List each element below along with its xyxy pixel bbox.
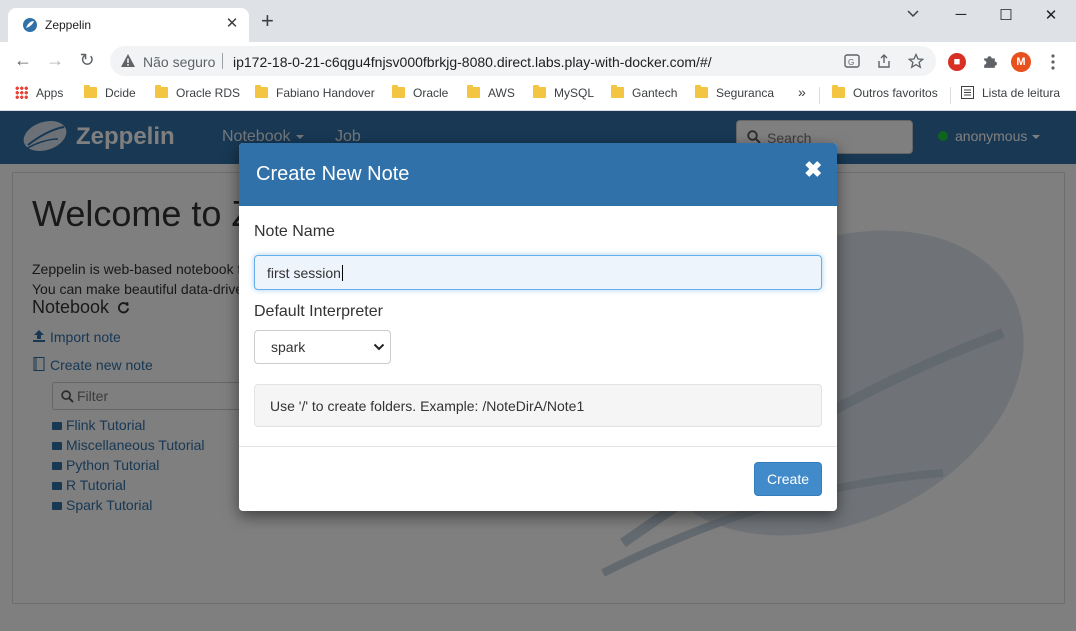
interpreter-selected-value: spark [271, 339, 306, 355]
bookmark-label: AWS [488, 86, 515, 100]
warning-icon[interactable] [120, 53, 136, 69]
address-bar[interactable]: Não seguro ip172-18-0-21-c6qgu4fnjsv000f… [110, 46, 936, 76]
bookmarks-divider [950, 87, 951, 104]
new-tab-button[interactable]: + [261, 10, 274, 32]
minimize-button[interactable]: ─ [951, 6, 971, 23]
extensions-puzzle-icon[interactable] [981, 53, 998, 70]
bookmark-gantech[interactable]: Gantech [611, 85, 678, 100]
tab-search-chevron-icon[interactable] [907, 10, 919, 18]
bookmark-apps[interactable]: Apps [15, 86, 63, 100]
bookmark-label: Seguranca [716, 86, 775, 100]
bookmark-aws[interactable]: AWS [467, 85, 515, 100]
back-icon[interactable]: ← [12, 50, 34, 70]
reload-icon[interactable]: ↻ [76, 50, 98, 70]
browser-toolbar: ← → ↻ Não seguro ip172-18-0-21-c6qgu4fnj… [0, 42, 1076, 80]
apps-grid-icon [15, 86, 28, 99]
folder-icon [832, 85, 845, 98]
folder-hint-box: Use '/' to create folders. Example: /Not… [254, 384, 822, 427]
close-window-button[interactable]: ✕ [1041, 6, 1061, 24]
folder-icon [533, 85, 546, 98]
note-name-value: first session [267, 265, 343, 281]
folder-icon [467, 85, 480, 98]
bookmark-label: Oracle RDS [176, 86, 241, 100]
bookmark-oracle[interactable]: Oracle [392, 85, 449, 100]
note-name-text: first session [267, 265, 341, 281]
other-favorites[interactable]: Outros favoritos [832, 85, 938, 100]
bookmark-label: Fabiano Handover [276, 86, 375, 100]
browser-tabstrip: Zeppelin ✕ + ─ ☐ ✕ [0, 0, 1076, 42]
browser-tab[interactable]: Zeppelin ✕ [8, 8, 249, 42]
note-name-input[interactable]: first session [254, 255, 822, 290]
bookmark-star-icon[interactable] [908, 53, 924, 69]
bookmarks-overflow-button[interactable]: » [798, 84, 806, 100]
not-secure-label[interactable]: Não seguro [143, 54, 215, 70]
interpreter-select[interactable]: spark [254, 330, 391, 364]
reading-list-icon [961, 86, 974, 99]
url-separator [222, 53, 223, 69]
bookmark-seguranca[interactable]: Seguranca [695, 85, 775, 100]
folder-icon [695, 85, 708, 98]
modal-footer-divider [239, 446, 837, 447]
forward-icon[interactable]: → [44, 50, 66, 70]
bookmarks-bar: Apps Dcide Oracle RDS Fabiano Handover O… [0, 80, 1076, 111]
adblock-extension-icon[interactable]: ■ [948, 53, 966, 71]
create-button[interactable]: Create [754, 462, 822, 496]
bookmark-label: Outros favoritos [853, 86, 938, 100]
tab-close-icon[interactable]: ✕ [223, 14, 241, 32]
bookmark-label: Dcide [105, 86, 136, 100]
profile-avatar[interactable]: M [1011, 52, 1031, 72]
share-icon[interactable] [876, 53, 892, 69]
reading-list[interactable]: Lista de leitura [961, 86, 1060, 100]
folder-icon [392, 85, 405, 98]
default-interpreter-label: Default Interpreter [254, 303, 383, 320]
url-text[interactable]: ip172-18-0-21-c6qgu4fnjsv000fbrkjg-8080.… [233, 54, 712, 70]
folder-icon [155, 85, 168, 98]
note-name-label: Note Name [254, 223, 335, 240]
close-icon[interactable]: ✖ [804, 159, 822, 181]
maximize-button[interactable]: ☐ [996, 6, 1016, 24]
bookmark-label: Oracle [413, 86, 449, 100]
bookmark-label: MySQL [554, 86, 595, 100]
text-cursor [341, 265, 343, 281]
chrome-menu-icon[interactable] [1047, 54, 1059, 70]
folder-icon [84, 85, 97, 98]
bookmark-label: Apps [36, 86, 64, 100]
modal-header: Create New Note ✖ [239, 143, 837, 206]
bookmark-fabiano-handover[interactable]: Fabiano Handover [255, 85, 375, 100]
folder-icon [255, 85, 268, 98]
folder-hint-text: Use '/' to create folders. Example: /Not… [270, 398, 585, 414]
create-note-modal: Create New Note ✖ Note Name first sessio… [239, 143, 837, 511]
tab-title: Zeppelin [45, 18, 92, 32]
bookmarks-divider [819, 87, 820, 104]
svg-text:G: G [848, 58, 854, 67]
bookmark-mysql[interactable]: MySQL [533, 85, 595, 100]
bookmark-label: Lista de leitura [982, 86, 1061, 100]
folder-icon [611, 85, 624, 98]
bookmark-label: Gantech [632, 86, 678, 100]
zeppelin-favicon-icon [23, 18, 37, 32]
bookmark-oracle-rds[interactable]: Oracle RDS [155, 85, 241, 100]
chevron-down-icon [373, 343, 385, 351]
modal-title: Create New Note [256, 163, 410, 185]
bookmark-dcide[interactable]: Dcide [84, 85, 136, 100]
translate-icon[interactable]: G [844, 53, 860, 69]
